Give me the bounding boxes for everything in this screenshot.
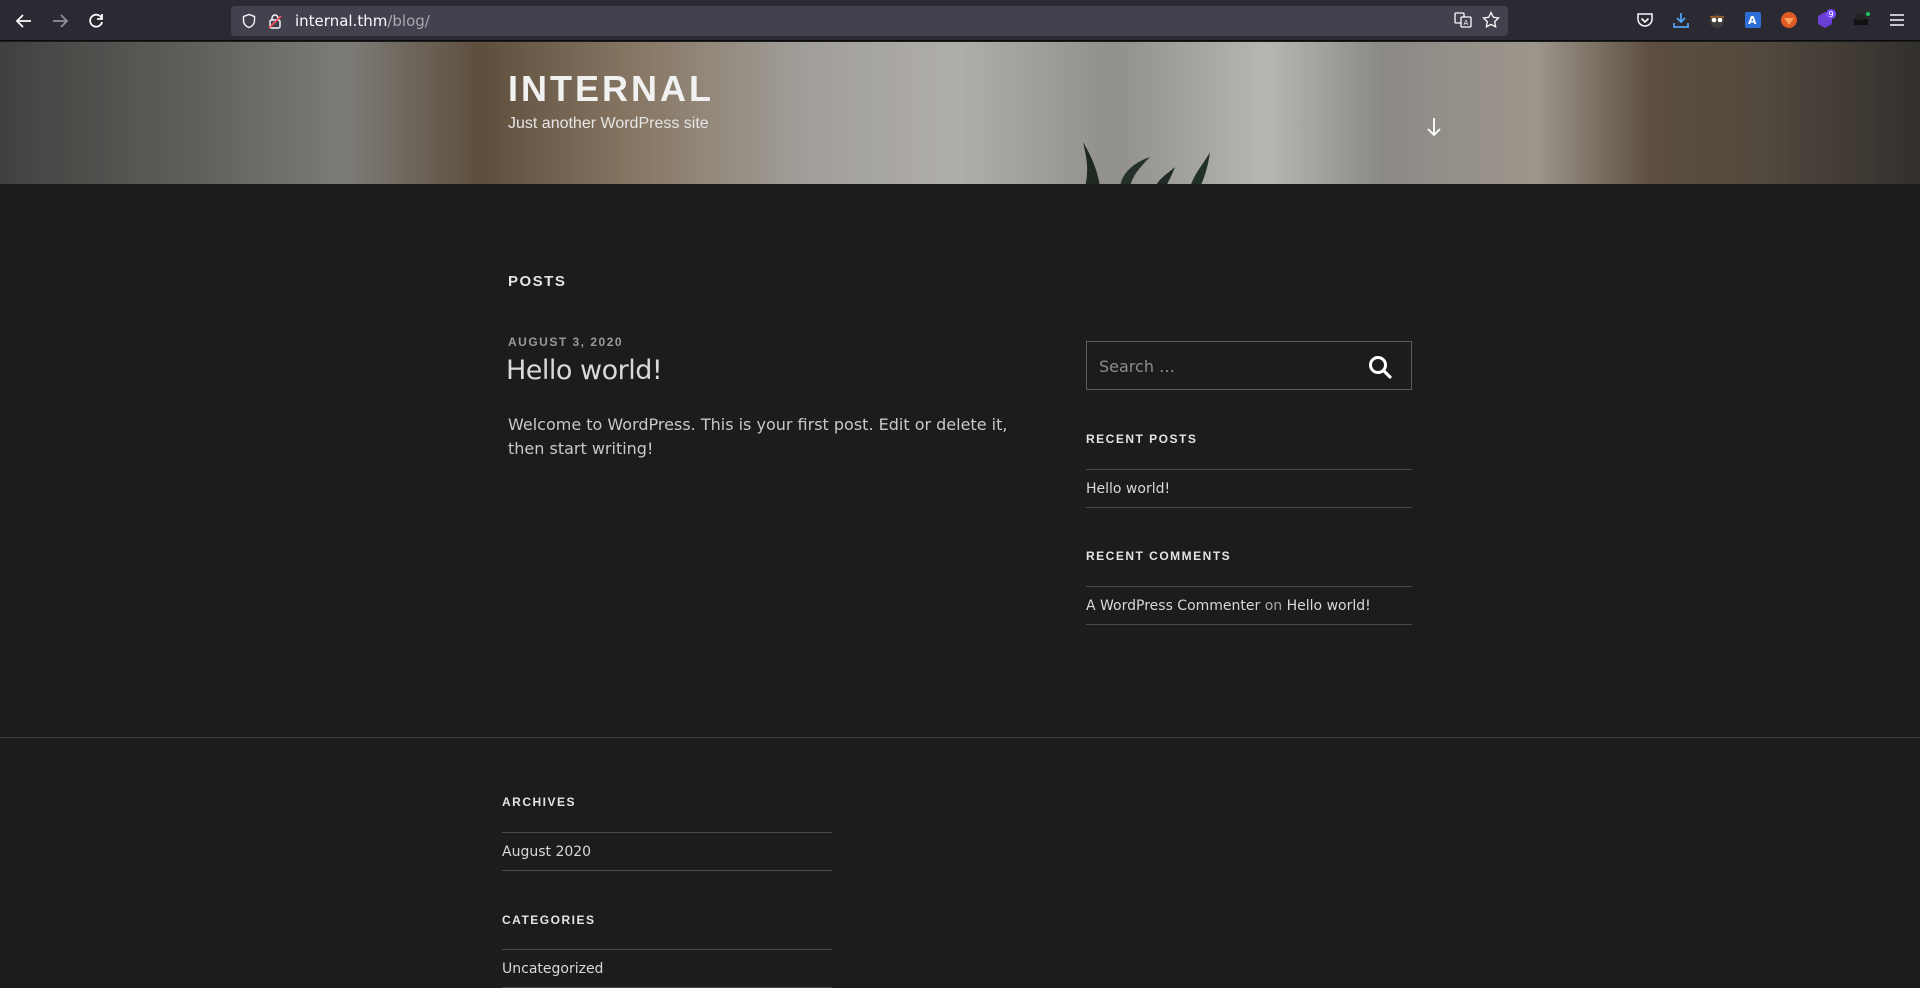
recent-comments-list: A WordPress Commenter on Hello world! <box>1086 586 1412 625</box>
site-description: Just another WordPress site <box>508 115 709 132</box>
menu-icon[interactable] <box>1886 9 1908 31</box>
pocket-icon[interactable] <box>1634 9 1656 31</box>
search-icon[interactable] <box>1367 354 1393 380</box>
translate-extension-icon[interactable]: A <box>1742 9 1764 31</box>
header-banner: INTERNAL Just another WordPress site <box>0 42 1920 184</box>
categories-list: Uncategorized <box>502 949 832 988</box>
hat-extension-icon[interactable] <box>1850 9 1872 31</box>
insecure-lock-icon[interactable] <box>265 11 285 31</box>
site-title[interactable]: INTERNAL <box>508 68 714 110</box>
comment-author-link[interactable]: A WordPress Commenter <box>1086 598 1260 614</box>
categories-title: CATEGORIES <box>502 913 596 927</box>
archive-link[interactable]: August 2020 <box>502 833 832 871</box>
browser-toolbar: internal.thm/blog/ A A 9 <box>0 0 1920 41</box>
extension-badge: 9 <box>1829 10 1834 19</box>
recent-comments-title: RECENT COMMENTS <box>1086 549 1232 563</box>
url-host: internal.thm <box>295 11 388 30</box>
comment-post-link[interactable]: Hello world! <box>1287 598 1371 614</box>
fox-extension-icon[interactable] <box>1778 9 1800 31</box>
shield-icon[interactable] <box>239 11 259 31</box>
post-date[interactable]: AUGUST 3, 2020 <box>508 335 623 349</box>
archives-title: ARCHIVES <box>502 795 577 809</box>
recent-posts-title: RECENT POSTS <box>1086 432 1198 446</box>
recent-post-link[interactable]: Hello world! <box>1086 470 1412 508</box>
page-title: POSTS <box>508 273 567 290</box>
svg-text:A: A <box>1748 14 1757 27</box>
back-icon[interactable] <box>12 9 36 33</box>
forward-icon[interactable] <box>48 9 72 33</box>
recent-comment-item: A WordPress Commenter on Hello world! <box>1086 587 1412 625</box>
svg-text:A: A <box>1464 19 1469 27</box>
search-input[interactable] <box>1099 354 1339 378</box>
category-link[interactable]: Uncategorized <box>502 950 832 988</box>
translate-icon[interactable]: A <box>1454 11 1472 34</box>
url-path: /blog/ <box>387 11 430 30</box>
url-text[interactable]: internal.thm/blog/ <box>295 12 430 31</box>
arrow-down-icon[interactable] <box>1424 114 1444 140</box>
url-bar[interactable]: internal.thm/blog/ A <box>231 6 1508 36</box>
spy-extension-icon[interactable] <box>1706 9 1728 31</box>
download-icon[interactable] <box>1670 9 1692 31</box>
comment-on-text: on <box>1264 598 1283 614</box>
post-excerpt: Welcome to WordPress. This is your first… <box>508 415 1008 458</box>
reload-icon[interactable] <box>84 9 108 33</box>
post-title[interactable]: Hello world! <box>506 355 663 386</box>
plant-image <box>1083 142 1210 184</box>
cube-extension-icon[interactable]: 9 <box>1814 9 1836 31</box>
recent-posts-list: Hello world! <box>1086 469 1412 508</box>
archives-list: August 2020 <box>502 832 832 871</box>
bookmark-star-icon[interactable] <box>1482 10 1500 34</box>
search-form <box>1086 341 1412 390</box>
footer-divider <box>0 737 1920 738</box>
